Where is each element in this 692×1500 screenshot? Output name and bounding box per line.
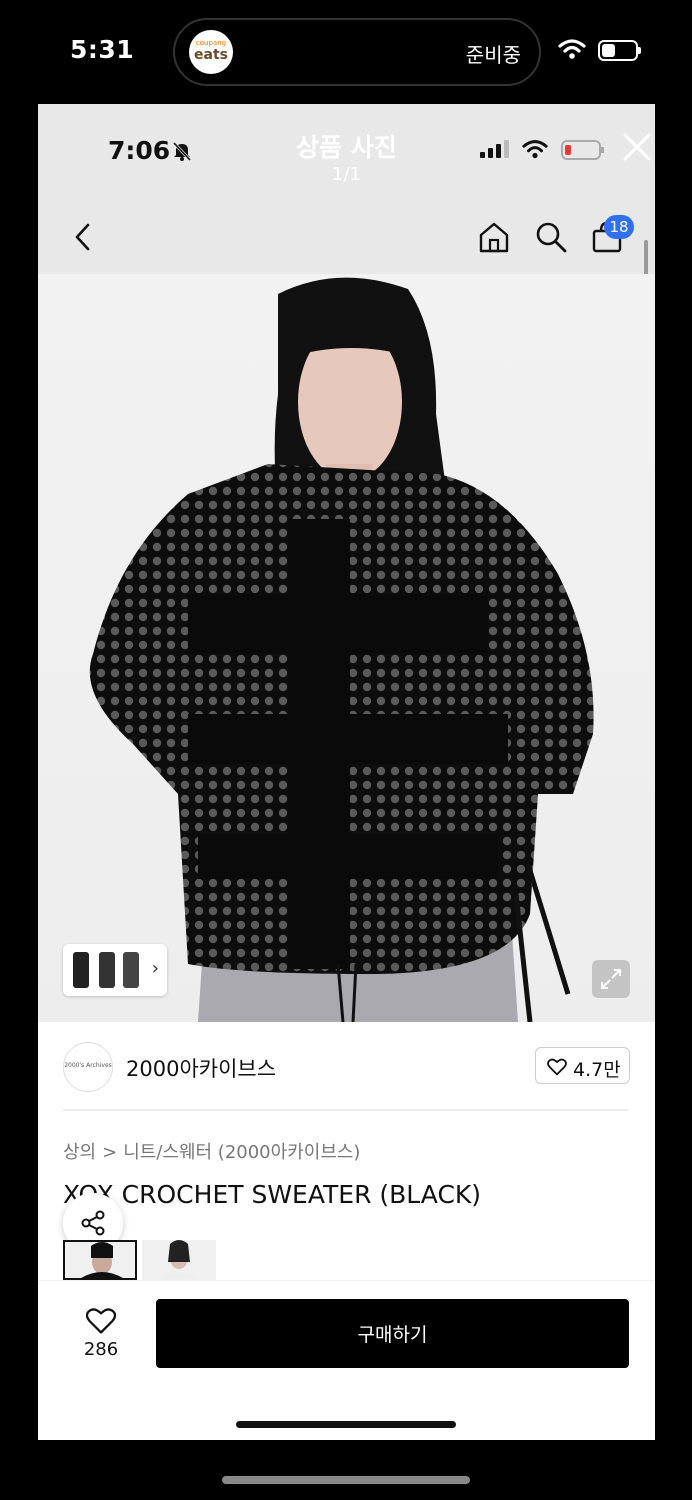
brand-logo-text: 2000's Archives	[64, 1062, 112, 1069]
photo-thumbnail-strip[interactable]: ›	[63, 944, 167, 996]
wishlist-count: 286	[83, 1339, 119, 1360]
breadcrumb-separator: >	[102, 1142, 118, 1163]
breadcrumb: 상의 > 니트/스웨터 (2000아카이브스)	[63, 1138, 360, 1164]
purchase-bar: 286 구매하기	[38, 1280, 655, 1440]
brand-like-button[interactable]: 4.7만	[535, 1047, 630, 1084]
thumbnail	[73, 952, 89, 988]
close-icon[interactable]	[622, 132, 652, 162]
coupang-eats-logo: coupang eats	[189, 30, 233, 74]
share-icon	[81, 1210, 105, 1236]
heart-icon	[85, 1308, 117, 1334]
island-status-text: 준비중	[465, 43, 521, 67]
logo-top-text: coupang	[195, 39, 227, 47]
wishlist-button[interactable]: 286	[76, 1307, 126, 1360]
outer-status-time: 5:31	[70, 35, 135, 64]
brand-logo[interactable]: 2000's Archives	[63, 1042, 113, 1092]
breadcrumb-category[interactable]: 상의	[63, 1142, 96, 1163]
thumbnail	[99, 952, 115, 988]
breadcrumb-subcategory[interactable]: 니트/스웨터 (2000아카이브스)	[123, 1142, 360, 1163]
search-icon[interactable]	[534, 220, 568, 254]
screenshot-viewer: 7:06 상품 사진 1/1 18 › 2000's Archives 2000…	[38, 104, 655, 1440]
outer-home-indicator[interactable]	[222, 1476, 470, 1484]
wifi-icon	[522, 140, 548, 159]
thumbnail	[123, 952, 139, 988]
wifi-icon	[558, 39, 586, 59]
heart-icon	[547, 1058, 567, 1076]
dynamic-island[interactable]: coupang eats 준비중	[173, 18, 541, 86]
divider	[63, 1109, 628, 1111]
battery-icon	[598, 40, 641, 61]
product-title: XOX CROCHET SWEATER (BLACK)	[63, 1180, 482, 1209]
expand-icon[interactable]	[592, 960, 630, 998]
logo-bottom-text: eats	[194, 47, 228, 63]
color-option-thumbnail[interactable]	[142, 1240, 216, 1280]
home-indicator	[236, 1421, 456, 1428]
chevron-right-icon: ›	[151, 958, 159, 979]
brand-name[interactable]: 2000아카이브스	[126, 1053, 276, 1083]
home-icon[interactable]	[477, 220, 511, 254]
model-illustration	[89, 277, 594, 1022]
brand-like-count: 4.7만	[573, 1059, 621, 1081]
back-icon[interactable]	[72, 222, 94, 252]
buy-button[interactable]: 구매하기	[156, 1299, 629, 1368]
photo-counter: 1/1	[332, 164, 361, 185]
color-option-thumbnail[interactable]	[63, 1240, 137, 1280]
cellular-signal-icon	[480, 140, 509, 158]
battery-low-icon	[561, 140, 604, 160]
product-photo[interactable]	[38, 274, 655, 1022]
cart-count-badge: 18	[604, 215, 634, 239]
